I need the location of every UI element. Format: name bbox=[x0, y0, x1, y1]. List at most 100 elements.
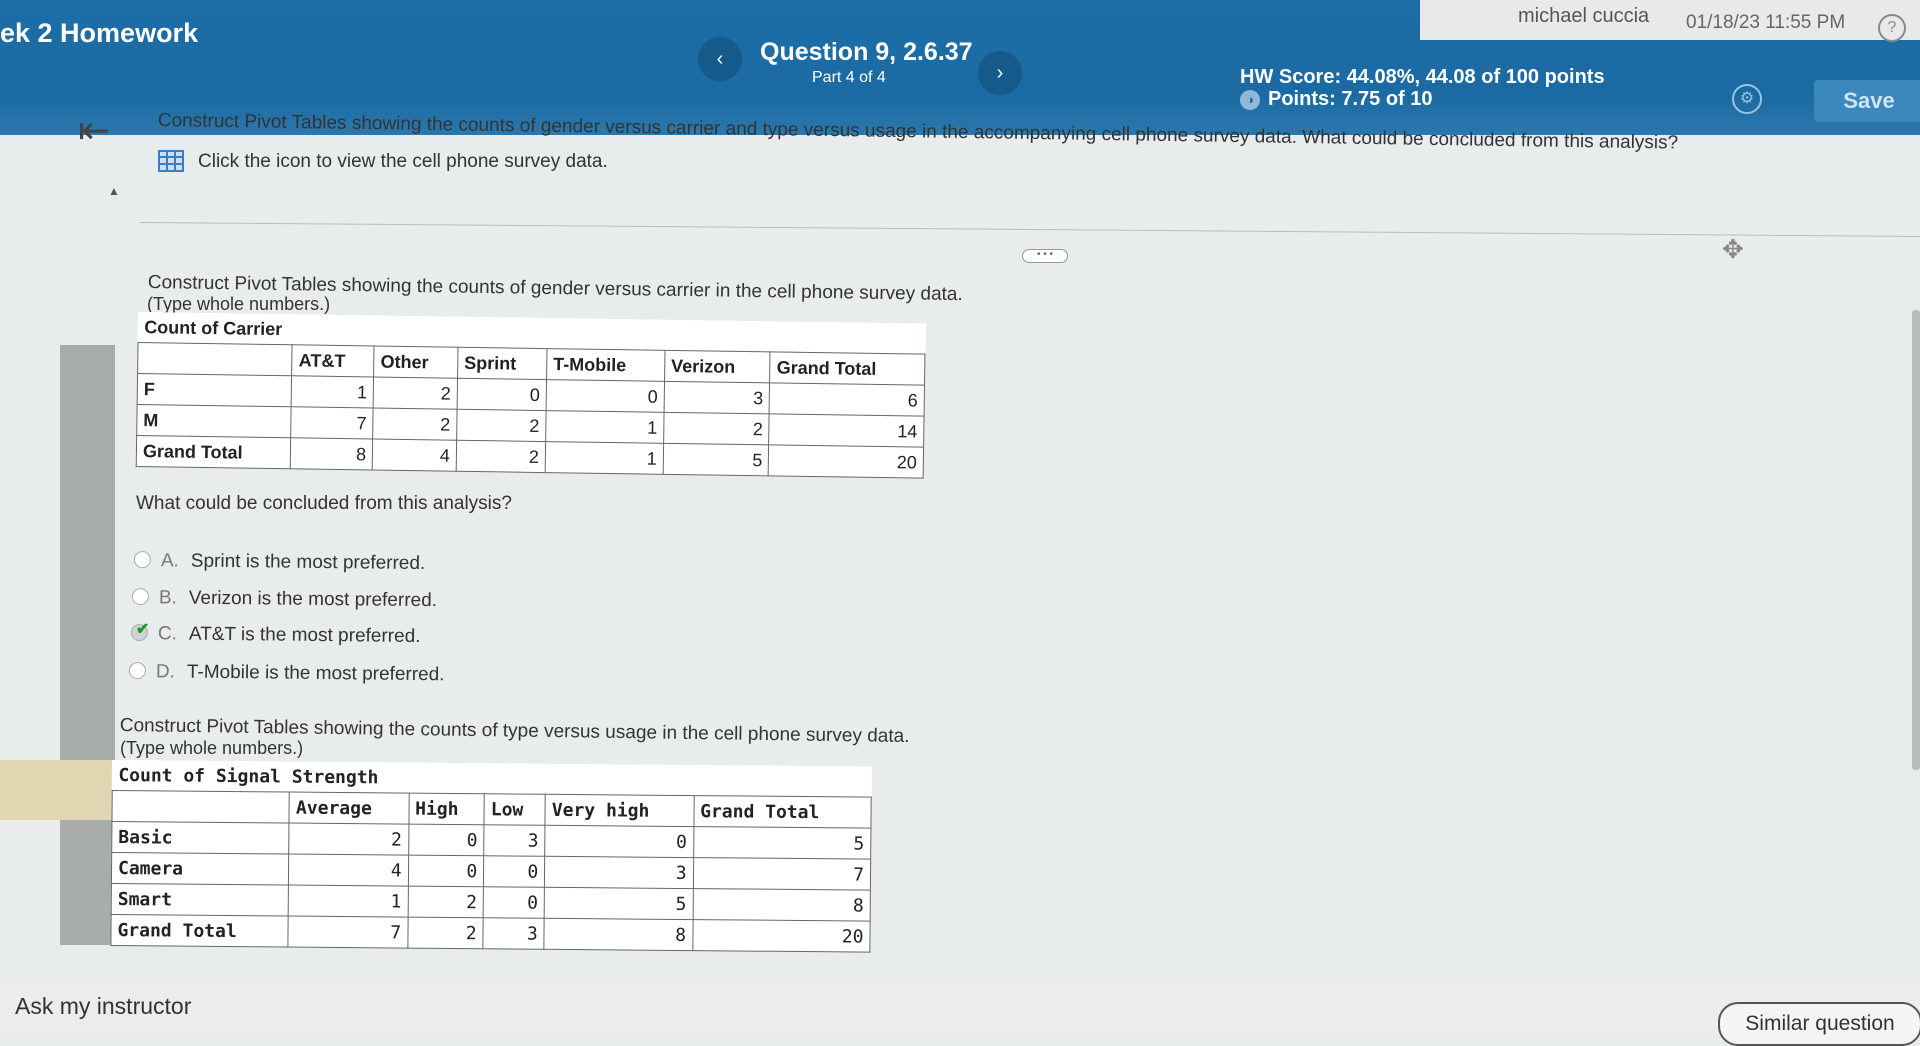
cell-input[interactable]: 1 bbox=[288, 885, 409, 918]
left-edge-highlight bbox=[0, 760, 112, 820]
check-icon: ✔ bbox=[135, 621, 150, 639]
cell-input[interactable]: 8 bbox=[692, 888, 871, 922]
gender-carrier-pivot-table: Count of Carrier AT&T Other Sprint T-Mob… bbox=[135, 312, 926, 479]
ask-instructor-link[interactable]: Ask my instructor bbox=[15, 993, 191, 1020]
radio-button[interactable] bbox=[131, 587, 149, 606]
cell-input[interactable]: 8 bbox=[290, 437, 373, 470]
corner-cell bbox=[137, 342, 293, 376]
cell-input[interactable]: 7 bbox=[288, 916, 408, 949]
row-label: F bbox=[137, 373, 293, 407]
cell-input[interactable]: 7 bbox=[692, 857, 871, 891]
cell-input[interactable]: 5 bbox=[663, 443, 770, 476]
cell-input[interactable]: 3 bbox=[663, 381, 771, 414]
cell-input[interactable]: 0 bbox=[456, 378, 547, 411]
previous-question-button[interactable]: ‹ bbox=[698, 37, 742, 81]
move-icon[interactable]: ✥ bbox=[1722, 234, 1744, 265]
section2-hint: (Type whole numbers.) bbox=[120, 738, 304, 758]
option-text: T-Mobile is the most preferred. bbox=[186, 661, 445, 686]
row-label: Basic bbox=[111, 821, 290, 855]
option-d[interactable]: D. T-Mobile is the most preferred. bbox=[128, 661, 445, 686]
cell-input[interactable]: 20 bbox=[692, 919, 871, 953]
similar-question-button[interactable]: Similar question bbox=[1718, 1002, 1920, 1046]
radio-button[interactable]: ✔ bbox=[130, 621, 149, 642]
cell-input[interactable]: 0 bbox=[544, 825, 694, 858]
option-c[interactable]: ✔ C. AT&T is the most preferred. bbox=[130, 621, 421, 648]
cell-input[interactable]: 6 bbox=[769, 382, 925, 417]
points-badge-icon: ◑ bbox=[1240, 90, 1260, 110]
pane-divider[interactable] bbox=[139, 222, 1920, 237]
cell-input[interactable]: 1 bbox=[291, 375, 374, 409]
course-title: ek 2 Homework bbox=[0, 18, 199, 48]
gear-icon[interactable]: ⚙ bbox=[1732, 84, 1762, 114]
cell-input[interactable]: 8 bbox=[544, 918, 693, 951]
save-button[interactable]: Save bbox=[1814, 80, 1920, 122]
grid-table-icon[interactable] bbox=[158, 150, 184, 172]
column-header: Sprint bbox=[457, 347, 548, 380]
option-a[interactable]: A. Sprint is the most preferred. bbox=[133, 550, 425, 575]
collapse-left-icon[interactable]: ⇤ bbox=[78, 108, 110, 153]
expand-pane-button[interactable]: • • • bbox=[1022, 249, 1068, 263]
cell-input[interactable]: 2 bbox=[407, 917, 484, 949]
cell-input[interactable]: 4 bbox=[372, 438, 457, 472]
corner-cell bbox=[111, 790, 290, 824]
option-b[interactable]: B. Verizon is the most preferred. bbox=[131, 587, 438, 612]
cell-input[interactable]: 0 bbox=[408, 824, 485, 856]
user-name: michael cuccia bbox=[1518, 5, 1650, 27]
cell-input[interactable]: 2 bbox=[373, 377, 458, 410]
question-title: Question 9, 2.6.37 bbox=[760, 38, 973, 66]
scrollbar[interactable] bbox=[1912, 310, 1920, 770]
option-letter: B. bbox=[158, 587, 177, 609]
cell-input[interactable]: 14 bbox=[769, 413, 925, 448]
cell-input[interactable]: 0 bbox=[408, 855, 484, 887]
cell-input[interactable]: 2 bbox=[372, 408, 457, 441]
column-header: Other bbox=[373, 346, 458, 379]
cell-input[interactable]: 2 bbox=[289, 823, 409, 856]
cell-input[interactable]: 1 bbox=[545, 410, 664, 444]
footer-bar bbox=[0, 978, 1920, 1033]
radio-button[interactable] bbox=[128, 661, 146, 680]
cell-input[interactable]: 5 bbox=[544, 887, 693, 920]
help-icon[interactable]: ? bbox=[1878, 14, 1906, 42]
cell-input[interactable]: 1 bbox=[545, 441, 664, 475]
question-part: Part 4 of 4 bbox=[812, 69, 886, 86]
row-label: Camera bbox=[111, 852, 290, 886]
conclusion-question: What could be concluded from this analys… bbox=[136, 493, 512, 514]
points-score: ◑ Points: 7.75 of 10 bbox=[1240, 88, 1433, 111]
cell-input[interactable]: 0 bbox=[546, 379, 665, 413]
type-usage-pivot-table: Count of Signal Strength Average High Lo… bbox=[110, 760, 872, 953]
scroll-up-arrow-icon[interactable]: ▲ bbox=[108, 184, 120, 198]
cell-input[interactable]: 3 bbox=[544, 856, 694, 889]
column-header: Grand Total bbox=[770, 351, 925, 386]
survey-data-link-label: Click the icon to view the cell phone su… bbox=[198, 151, 608, 172]
column-header: Verizon bbox=[664, 350, 771, 383]
cell-input[interactable]: 2 bbox=[456, 409, 547, 442]
cell-input[interactable]: 20 bbox=[768, 444, 924, 479]
hw-score: HW Score: 44.08%, 44.08 of 100 points bbox=[1240, 66, 1605, 88]
cell-input[interactable]: 3 bbox=[483, 824, 546, 857]
option-text: Verizon is the most preferred. bbox=[188, 587, 438, 612]
column-header: AT&T bbox=[292, 344, 375, 378]
cell-input[interactable]: 0 bbox=[483, 886, 545, 919]
column-header: Low bbox=[484, 793, 546, 826]
column-header: Very high bbox=[545, 794, 694, 827]
cell-input[interactable]: 4 bbox=[288, 854, 409, 887]
cell-input[interactable]: 3 bbox=[483, 917, 545, 950]
option-letter: D. bbox=[155, 661, 175, 683]
cell-input[interactable]: 2 bbox=[663, 412, 770, 445]
cell-input[interactable]: 2 bbox=[456, 440, 546, 473]
option-text: AT&T is the most preferred. bbox=[188, 623, 421, 648]
column-header: Average bbox=[289, 792, 409, 825]
left-edge-bar bbox=[60, 345, 115, 945]
points-text: Points: 7.75 of 10 bbox=[1268, 88, 1433, 110]
timestamp: 01/18/23 11:55 PM bbox=[1686, 12, 1846, 33]
cell-input[interactable]: 5 bbox=[693, 826, 871, 860]
radio-button[interactable] bbox=[133, 550, 151, 569]
column-header: T-Mobile bbox=[546, 348, 665, 382]
next-question-button[interactable]: › bbox=[978, 51, 1022, 95]
cell-input[interactable]: 7 bbox=[291, 406, 374, 439]
survey-data-link[interactable]: Click the icon to view the cell phone su… bbox=[158, 150, 608, 173]
cell-input[interactable]: 0 bbox=[483, 855, 545, 888]
column-header: High bbox=[408, 793, 485, 825]
cell-input[interactable]: 2 bbox=[407, 886, 484, 918]
option-letter: A. bbox=[160, 550, 179, 572]
